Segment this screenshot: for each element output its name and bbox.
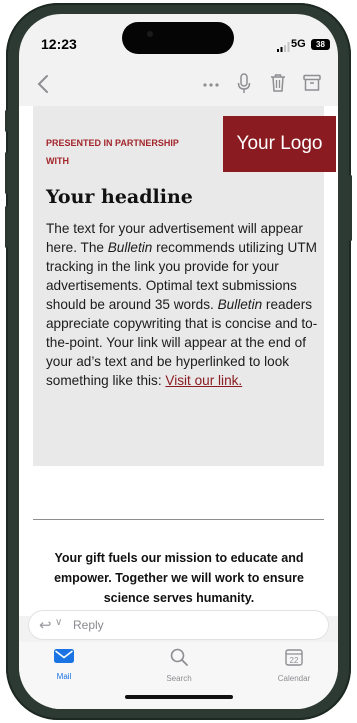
phone-screen: 12:23 5G 38 PRESENTED IN PARTNERSHIP WIT… [19,14,338,709]
volume-down-button [5,206,8,248]
mail-icon [54,649,74,663]
home-indicator [125,695,233,699]
tab-calendar[interactable]: 22 Calendar [264,648,324,683]
trash-icon[interactable] [270,73,286,93]
chevron-down-icon[interactable]: ∨ [55,617,62,628]
ad-link[interactable]: Visit our link. [165,373,242,388]
power-button [349,175,352,241]
signal-icon [277,42,290,52]
reply-field[interactable]: ↩ ∨ Reply [29,611,328,639]
network-label: 5G [291,38,306,50]
tab-label: Calendar [277,674,311,683]
status-time: 12:23 [41,36,77,52]
search-icon [170,648,188,666]
tab-mail[interactable]: Mail [34,648,94,681]
archive-icon[interactable] [303,74,321,92]
dynamic-island [122,22,234,54]
back-chevron-icon[interactable] [37,74,49,94]
calendar-icon: 22 [285,649,303,666]
divider [33,519,324,520]
microphone-icon[interactable] [237,73,251,95]
tab-label: Search [166,674,192,683]
sponsor-logo: Your Logo [223,116,336,172]
ad-headline: Your headline [46,186,193,208]
partner-label: PRESENTED IN PARTNERSHIP WITH [46,138,179,166]
tab-label: Mail [56,672,72,681]
mission-statement: Your gift fuels our mission to educate a… [54,551,304,605]
camera-dot [147,31,153,37]
reply-label: Reply [73,618,104,632]
message-toolbar [19,68,338,102]
side-button [5,110,8,132]
reply-icon: ↩ [39,617,52,634]
ad-body-text: The text for your advertisement will app… [46,221,318,388]
tab-search[interactable]: Search [149,648,209,683]
volume-up-button [5,152,8,194]
more-icon[interactable] [202,82,220,88]
calendar-date: 22 [290,656,299,665]
battery-icon: 38 [311,39,330,50]
email-body: PRESENTED IN PARTNERSHIP WITH Your Logo … [19,106,338,616]
phone-frame: 12:23 5G 38 PRESENTED IN PARTNERSHIP WIT… [6,3,351,720]
